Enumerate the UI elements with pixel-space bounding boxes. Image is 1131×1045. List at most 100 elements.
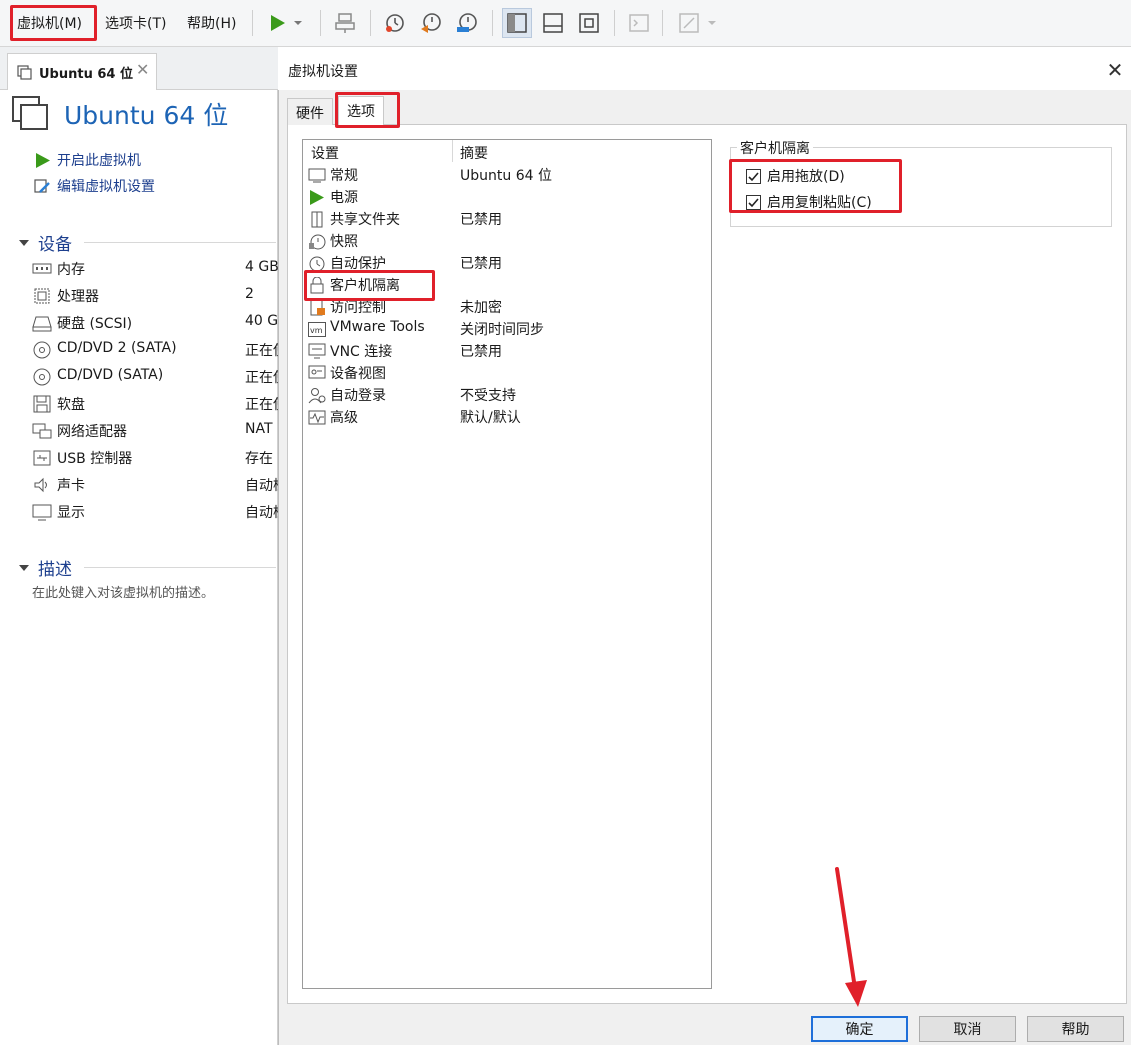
description-header-label: 描述	[38, 560, 72, 580]
device-value: 4 GB	[245, 259, 278, 275]
arrow-annotation-icon	[835, 867, 867, 1007]
send-ctrl-alt-del-button[interactable]	[330, 8, 360, 38]
highlight-box-vm-menu	[10, 5, 97, 41]
edit-settings-link[interactable]: 编辑虚拟机设置	[34, 176, 155, 196]
device-value: 正在使用	[245, 370, 278, 386]
device-row[interactable]: 显示 自动检测	[32, 501, 278, 523]
toolbar-separator	[320, 10, 321, 36]
guest-isolation-group-title: 客户机隔离	[737, 138, 813, 158]
settings-row-general[interactable]: 常规 Ubuntu 64 位	[307, 164, 707, 186]
menu-tabs[interactable]: 选项卡(T)	[105, 13, 166, 33]
device-view-icon	[308, 365, 326, 379]
chevron-down-icon	[708, 21, 716, 25]
autologin-icon	[308, 388, 326, 404]
device-row[interactable]: CD/DVD 2 (SATA) 正在使用	[32, 339, 278, 361]
settings-row-vmware-tools[interactable]: vm VMware Tools 关闭时间同步	[307, 318, 707, 340]
setting-name: 常规	[330, 168, 358, 184]
settings-row-device-view[interactable]: 设备视图	[307, 362, 707, 384]
snapshot-manager-button[interactable]	[452, 8, 482, 38]
power-dropdown-button[interactable]	[288, 8, 308, 38]
device-name: 硬盘 (SCSI)	[57, 316, 133, 332]
usb-icon	[33, 450, 51, 466]
device-row[interactable]: 硬盘 (SCSI) 40 GB	[32, 312, 278, 334]
vm-title: Ubuntu 64 位	[64, 101, 229, 130]
network-send-icon	[335, 13, 355, 33]
settings-row-shared-folders[interactable]: 共享文件夹 已禁用	[307, 208, 707, 230]
floppy-icon	[33, 395, 51, 413]
device-name: USB 控制器	[57, 451, 133, 467]
close-tab-icon[interactable]: ✕	[136, 60, 149, 79]
vm-tab-label: Ubuntu 64 位	[39, 67, 133, 82]
device-value: 正在使用	[245, 397, 278, 413]
vm-large-icon	[12, 96, 48, 130]
settings-row-power[interactable]: 电源	[307, 186, 707, 208]
snapshot-icon	[309, 234, 326, 250]
chevron-down-icon	[294, 21, 302, 25]
power-on-link-label: 开启此虚拟机	[57, 153, 141, 169]
devices-section-header[interactable]: 设备	[18, 230, 276, 255]
cancel-button[interactable]: 取消	[919, 1016, 1016, 1042]
settings-row-advanced[interactable]: 高级 默认/默认	[307, 406, 707, 428]
settings-row-snapshots[interactable]: 快照	[307, 230, 707, 252]
dialog-titlebar	[278, 52, 1131, 90]
device-row[interactable]: 内存 4 GB	[32, 258, 278, 280]
library-layout-icon	[507, 13, 527, 33]
device-row[interactable]: 软盘 正在使用	[32, 393, 278, 415]
hard-disk-icon	[32, 316, 52, 332]
setting-name: 设备视图	[330, 366, 386, 382]
play-icon	[36, 152, 50, 168]
device-value: 2	[245, 286, 254, 302]
device-row[interactable]: CD/DVD (SATA) 正在使用	[32, 366, 278, 388]
device-row[interactable]: USB 控制器 存在	[32, 447, 278, 469]
column-header-setting[interactable]: 设置	[311, 143, 339, 163]
tab-hardware[interactable]: 硬件	[287, 98, 333, 125]
edit-settings-link-label: 编辑虚拟机设置	[57, 179, 155, 195]
device-name: CD/DVD (SATA)	[57, 367, 164, 383]
snapshot-clock-icon	[386, 14, 404, 32]
revert-clock-icon	[421, 13, 441, 33]
device-row[interactable]: 声卡 自动检测	[32, 474, 278, 496]
settings-row-vnc[interactable]: VNC 连接 已禁用	[307, 340, 707, 362]
toolbar-separator	[662, 10, 663, 36]
description-section-header[interactable]: 描述	[18, 555, 276, 580]
device-name: 显示	[57, 505, 85, 521]
toolbar-separator	[614, 10, 615, 36]
close-dialog-icon[interactable]: ✕	[1104, 59, 1126, 81]
power-on-link[interactable]: 开启此虚拟机	[34, 150, 141, 170]
cd-dvd-icon	[33, 368, 51, 386]
cpu-icon	[34, 288, 50, 304]
device-row[interactable]: 网络适配器 NAT	[32, 420, 278, 442]
snapshot-manager-icon	[457, 13, 477, 32]
full-screen-button[interactable]	[574, 8, 604, 38]
revert-snapshot-button[interactable]	[416, 8, 446, 38]
console-view-button[interactable]	[624, 8, 654, 38]
setting-summary: 未加密	[460, 300, 502, 316]
vm-tab-strip: Ubuntu 64 位 ✕	[0, 47, 278, 90]
show-thumbnail-bar-button[interactable]	[538, 8, 568, 38]
vnc-icon	[308, 343, 326, 359]
vm-summary-panel	[0, 47, 278, 1045]
menu-help[interactable]: 帮助(H)	[187, 13, 236, 33]
vm-tab[interactable]: Ubuntu 64 位 ✕	[7, 53, 157, 90]
show-library-button[interactable]	[502, 8, 532, 38]
device-row[interactable]: 处理器 2	[32, 285, 278, 307]
setting-name: 快照	[330, 234, 358, 250]
collapse-triangle-icon	[19, 239, 29, 246]
take-snapshot-button[interactable]	[380, 8, 410, 38]
console-icon	[629, 14, 649, 32]
device-value: 自动检测	[245, 478, 278, 494]
column-header-summary[interactable]: 摘要	[460, 143, 488, 163]
stretch-guest-button[interactable]	[674, 8, 704, 38]
help-button[interactable]: 帮助	[1027, 1016, 1124, 1042]
stretch-dropdown-button[interactable]	[702, 8, 722, 38]
settings-row-autologin[interactable]: 自动登录 不受支持	[307, 384, 707, 406]
ok-button[interactable]: 确定	[811, 1016, 908, 1042]
toolbar-separator	[370, 10, 371, 36]
highlight-box-checkboxes	[729, 159, 902, 213]
device-value: NAT	[245, 421, 273, 437]
dialog-title: 虚拟机设置	[288, 64, 358, 80]
power-play-icon	[310, 190, 324, 205]
description-input[interactable]: 在此处键入对该虚拟机的描述。	[32, 582, 214, 601]
device-name: 软盘	[57, 397, 85, 413]
device-name: CD/DVD 2 (SATA)	[57, 340, 177, 356]
